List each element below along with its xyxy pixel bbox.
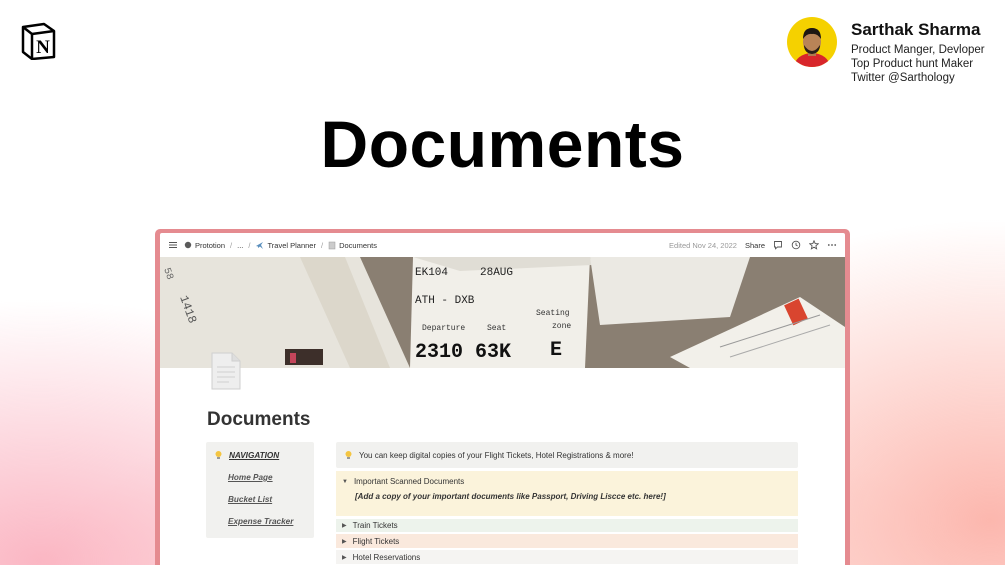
cover-departure: Departure xyxy=(422,324,465,333)
toggle-closed-triangle-icon[interactable]: ▶ xyxy=(342,554,347,561)
toggle-hotel-reservations[interactable]: ▶ Hotel Reservations xyxy=(336,550,798,564)
toggle-open-triangle-icon[interactable]: ▼ xyxy=(342,479,348,485)
breadcrumb-item-documents[interactable]: Documents xyxy=(328,241,377,250)
nav-link-home-page[interactable]: Home Page xyxy=(228,473,314,482)
screenshot-frame: Prototion / ... / Travel Planner / Docum… xyxy=(155,229,850,565)
page-document-icon[interactable] xyxy=(210,351,242,391)
breadcrumb-item-travel-planner[interactable]: Travel Planner xyxy=(255,241,316,250)
cover-route: ATH - DXB xyxy=(415,295,475,307)
star-icon[interactable] xyxy=(809,240,819,250)
cover-big-numbers: 2310 63K xyxy=(415,341,511,364)
toggle-closed-triangle-icon[interactable]: ▶ xyxy=(342,538,347,545)
author-name: Sarthak Sharma xyxy=(851,20,981,39)
cover-flight-number: EK104 xyxy=(415,267,448,279)
toggle-train-tickets[interactable]: ▶ Train Tickets xyxy=(336,519,798,532)
airplane-icon xyxy=(256,241,264,249)
navigation-heading: NAVIGATION xyxy=(214,450,314,460)
top-bar: Prototion / ... / Travel Planner / Docum… xyxy=(160,233,845,257)
hero-title: Documents xyxy=(320,107,685,181)
cover-seat: Seat xyxy=(487,324,506,333)
notion-window: Prototion / ... / Travel Planner / Docum… xyxy=(160,233,845,565)
nav-link-expense-tracker[interactable]: Expense Tracker xyxy=(228,517,314,526)
lightbulb-icon xyxy=(215,451,222,459)
author-twitter: Twitter @Sarthology xyxy=(851,72,955,84)
toggle-label: Train Tickets xyxy=(352,521,398,530)
edited-timestamp: Edited Nov 24, 2022 xyxy=(669,240,737,250)
avatar xyxy=(787,17,837,67)
toggle-flight-tickets[interactable]: ▶ Flight Tickets xyxy=(336,534,798,548)
history-icon[interactable] xyxy=(791,240,801,250)
notion-logo-icon: N xyxy=(21,22,56,60)
author-card: Sarthak Sharma Product Manger, Devloper … xyxy=(787,17,985,85)
prototion-icon xyxy=(184,241,192,249)
cover-zone: zone xyxy=(552,322,571,331)
share-button[interactable]: Share xyxy=(745,241,765,250)
breadcrumb: Prototion / ... / Travel Planner / Docum… xyxy=(184,241,377,250)
toggle-important-scanned-documents[interactable]: ▼ Important Scanned Documents [Add a cop… xyxy=(336,471,798,516)
document-icon xyxy=(328,241,336,249)
menu-icon[interactable] xyxy=(168,240,178,250)
breadcrumb-item-prototion[interactable]: Prototion xyxy=(184,241,225,250)
more-icon[interactable] xyxy=(827,240,837,250)
svg-text:N: N xyxy=(36,37,50,58)
cover-seating: Seating xyxy=(536,309,570,318)
cover-seat-letter: E xyxy=(550,339,562,362)
toggle-closed-triangle-icon[interactable]: ▶ xyxy=(342,522,347,529)
toggle-label: Hotel Reservations xyxy=(352,552,421,562)
comment-icon[interactable] xyxy=(773,240,783,250)
toggle-label: Important Scanned Documents xyxy=(353,477,465,486)
cover-flight-date: 28AUG xyxy=(480,267,513,279)
lightbulb-icon xyxy=(345,451,352,459)
callout-text: You can keep digital copies of your Flig… xyxy=(359,450,634,460)
breadcrumb-item-ellipsis[interactable]: ... xyxy=(237,241,243,250)
navigation-callout: NAVIGATION Home Page Bucket List Expense… xyxy=(206,442,314,538)
nav-link-bucket-list[interactable]: Bucket List xyxy=(228,495,314,504)
page-title: Documents xyxy=(207,409,311,430)
info-callout: You can keep digital copies of your Flig… xyxy=(336,442,798,468)
toggle-label: Flight Tickets xyxy=(352,536,400,546)
cover-image: 1418 58 EK104 28AUG ATH - DXB Seating zo… xyxy=(160,257,845,368)
toggle-note: [Add a copy of your important documents … xyxy=(355,492,666,501)
author-role: Product Manger, Devloper xyxy=(851,44,985,56)
author-achievement: Top Product hunt Maker xyxy=(851,58,974,70)
